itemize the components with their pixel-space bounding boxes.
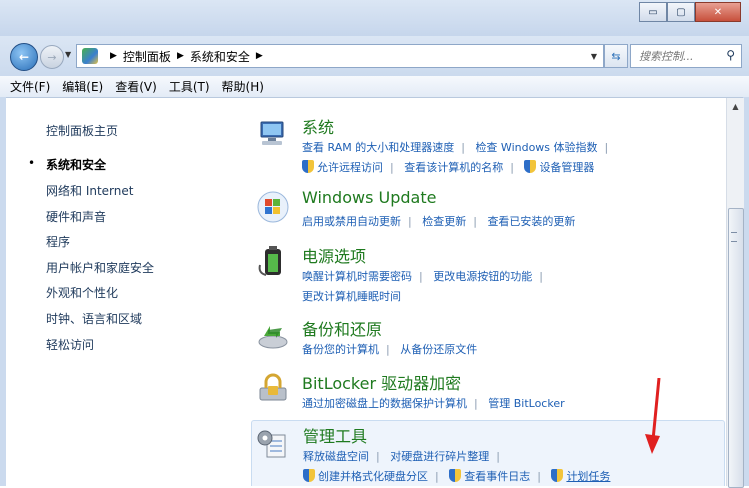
back-arrow-icon: ←: [18, 50, 30, 64]
refresh-icon: ⇆: [611, 49, 621, 63]
breadcrumb-system-security[interactable]: 系统和安全: [190, 48, 250, 65]
uac-shield-icon: [449, 469, 462, 482]
sidebar-item-network[interactable]: 网络和 Internet: [46, 182, 133, 199]
menu-bar: 文件(F) 编辑(E) 查看(V) 工具(T) 帮助(H): [0, 76, 749, 98]
scrollbar-grip-icon: [731, 232, 737, 242]
breadcrumb-chevron-icon[interactable]: ▶: [177, 51, 184, 61]
forward-arrow-icon: →: [47, 50, 57, 64]
breadcrumb-chevron-icon[interactable]: ▶: [110, 51, 117, 61]
sidebar-item-appearance[interactable]: 外观和个性化: [46, 284, 118, 301]
link-device-manager[interactable]: 设备管理器: [539, 161, 594, 174]
sidebar-item-ease-of-access[interactable]: 轻松访问: [46, 336, 94, 353]
menu-file[interactable]: 文件(F): [10, 78, 50, 95]
backup-icon: [258, 326, 288, 349]
search-icon[interactable]: ⚲: [726, 48, 735, 62]
close-button[interactable]: ✕: [695, 2, 741, 22]
link-wake-password[interactable]: 唤醒计算机时需要密码: [302, 270, 412, 283]
sidebar: 控制面板主页 • 系统和安全 网络和 Internet 硬件和声音 程序 用户帐…: [6, 98, 238, 486]
minimize-button[interactable]: ▭: [639, 2, 667, 22]
sidebar-item-user-accounts[interactable]: 用户帐户和家庭安全: [46, 259, 154, 276]
category-windows-update: Windows Update 启用或禁用自动更新 | 检查更新 | 查看已安装的更新: [253, 188, 723, 232]
recent-pages-dropdown[interactable]: ▼: [65, 50, 71, 59]
link-view-ram-cpu[interactable]: 查看 RAM 的大小和处理器速度: [302, 141, 454, 154]
category-title-system[interactable]: 系统: [302, 114, 334, 138]
uac-shield-icon: [551, 469, 564, 482]
computer-icon: [260, 121, 284, 145]
back-button[interactable]: ←: [10, 43, 38, 71]
scrollbar-thumb[interactable]: [728, 208, 744, 488]
link-check-updates[interactable]: 检查更新: [422, 215, 466, 228]
category-title-admin-tools[interactable]: 管理工具: [303, 423, 367, 447]
uac-shield-icon: [303, 469, 315, 482]
vertical-scrollbar[interactable]: ▲: [726, 98, 744, 488]
link-free-disk-space[interactable]: 释放磁盘空间: [303, 450, 369, 463]
link-view-event-logs[interactable]: 查看事件日志: [464, 470, 530, 483]
category-title-backup-restore[interactable]: 备份和还原: [302, 316, 382, 340]
link-installed-updates[interactable]: 查看已安装的更新: [487, 215, 575, 228]
category-power-options: 电源选项 唤醒计算机时需要密码 | 更改电源按钮的功能 | 更改计算机睡眠时间: [253, 243, 723, 305]
link-scheduled-tasks[interactable]: 计划任务: [566, 470, 610, 483]
address-bar: ← → ▼ ▶ 控制面板 ▶ 系统和安全 ▶ ▼ ⇆ ⚲: [0, 36, 749, 76]
link-sleep-time[interactable]: 更改计算机睡眠时间: [302, 290, 401, 303]
link-create-format-partition[interactable]: 创建并格式化硬盘分区: [318, 470, 428, 483]
link-allow-remote-access[interactable]: 允许远程访问: [317, 161, 383, 174]
uac-shield-icon: [524, 160, 537, 173]
breadcrumb-control-panel[interactable]: 控制面板: [123, 48, 171, 65]
sidebar-home-link[interactable]: 控制面板主页: [46, 122, 118, 139]
category-title-power-options[interactable]: 电源选项: [302, 243, 366, 267]
category-title-bitlocker[interactable]: BitLocker 驱动器加密: [302, 370, 461, 394]
sidebar-item-clock-language[interactable]: 时钟、语言和区域: [46, 310, 142, 327]
address-dropdown-icon[interactable]: ▼: [591, 52, 597, 61]
link-defragment[interactable]: 对硬盘进行碎片整理: [390, 450, 489, 463]
refresh-button[interactable]: ⇆: [604, 44, 628, 68]
category-system: 系统 查看 RAM 的大小和处理器速度 | 检查 Windows 体验指数 | 允许…: [253, 114, 723, 176]
red-arrow-annotation-icon: [645, 378, 661, 454]
address-field[interactable]: ▶ 控制面板 ▶ 系统和安全 ▶ ▼: [76, 44, 604, 68]
title-bar: ▭ ▢ ✕: [0, 0, 749, 36]
control-panel-icon: [82, 48, 98, 64]
uac-shield-icon: [302, 160, 314, 173]
menu-help[interactable]: 帮助(H): [222, 78, 264, 95]
sidebar-item-hardware-sound[interactable]: 硬件和声音: [46, 208, 106, 225]
forward-button[interactable]: →: [40, 45, 64, 69]
menu-tools[interactable]: 工具(T): [169, 78, 210, 95]
category-title-windows-update[interactable]: Windows Update: [302, 188, 436, 207]
breadcrumb-chevron-icon[interactable]: ▶: [256, 51, 263, 61]
windows-update-icon: [257, 191, 289, 223]
link-backup-computer[interactable]: 备份您的计算机: [302, 343, 379, 356]
link-power-button-function[interactable]: 更改电源按钮的功能: [433, 270, 532, 283]
current-item-bullet: •: [28, 156, 36, 170]
menu-edit[interactable]: 编辑(E): [62, 78, 103, 95]
link-auto-update-toggle[interactable]: 启用或禁用自动更新: [302, 215, 401, 228]
link-restore-files[interactable]: 从备份还原文件: [400, 343, 477, 356]
link-encrypt-disk[interactable]: 通过加密磁盘上的数据保护计算机: [302, 397, 467, 410]
scroll-up-arrow-icon[interactable]: ▲: [727, 98, 744, 115]
sidebar-item-system-security: 系统和安全: [46, 158, 107, 172]
bitlocker-icon: [259, 373, 287, 401]
battery-icon: [258, 246, 281, 276]
link-manage-bitlocker[interactable]: 管理 BitLocker: [488, 397, 564, 410]
maximize-button[interactable]: ▢: [667, 2, 695, 22]
admin-tools-icon: [257, 430, 286, 458]
link-windows-experience-index[interactable]: 检查 Windows 体验指数: [475, 141, 597, 154]
link-computer-name[interactable]: 查看该计算机的名称: [404, 161, 503, 174]
category-backup-restore: 备份和还原 备份您的计算机 | 从备份还原文件: [253, 316, 723, 360]
menu-view[interactable]: 查看(V): [115, 78, 157, 95]
search-box[interactable]: ⚲: [630, 44, 742, 68]
search-input[interactable]: [637, 48, 721, 64]
sidebar-item-programs[interactable]: 程序: [46, 233, 70, 250]
